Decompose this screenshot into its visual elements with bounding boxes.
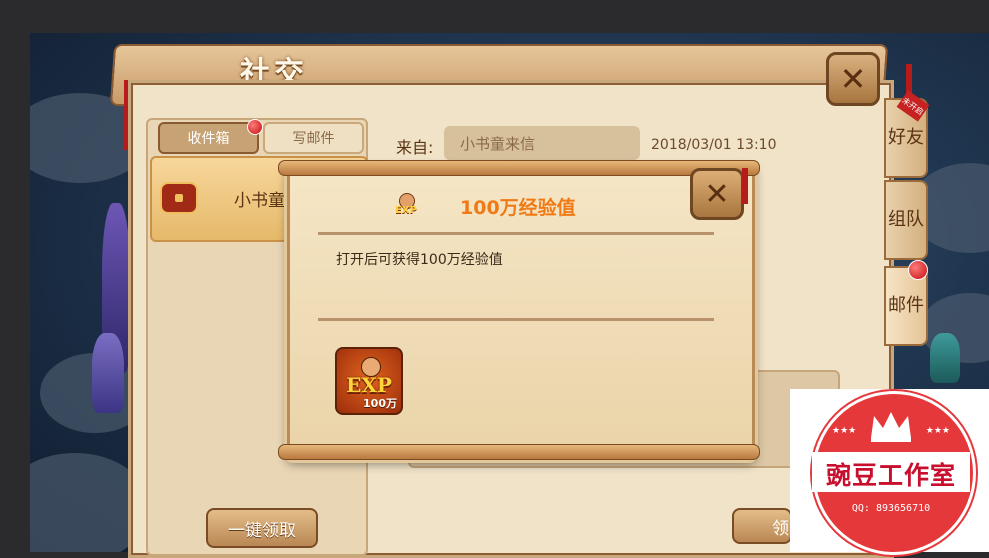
close-icon: ✕: [704, 176, 730, 212]
close-icon: ✕: [839, 60, 867, 98]
side-tab-label: 好友: [888, 127, 924, 148]
claim-button[interactable]: 领: [732, 508, 792, 544]
from-label: 来自:: [396, 138, 434, 157]
from-field: 小书童来信: [444, 126, 640, 160]
tab-inbox[interactable]: 收件箱: [158, 122, 259, 154]
treasure-chest-icon: [160, 182, 198, 214]
ribbon-decoration: [742, 168, 748, 204]
exp-item-amount: 100万: [363, 397, 397, 410]
exp-small-label: EXP: [395, 205, 417, 216]
from-value: 小书童来信: [460, 134, 536, 153]
mail-sender-name: 小书童: [234, 191, 285, 211]
divider: [318, 232, 714, 235]
notification-badge: [908, 260, 928, 280]
crown-icon: [871, 412, 911, 442]
exp-icon: EXP: [390, 193, 422, 219]
watermark-qq: QQ: 893656710: [851, 503, 931, 514]
close-button[interactable]: ✕: [826, 52, 880, 106]
mail-date: 2018/03/01 13:10: [651, 137, 777, 153]
exp-item-label: EXP: [346, 373, 392, 397]
claim-label: 领: [772, 518, 789, 539]
monster-sprite[interactable]: [930, 333, 960, 383]
dialog-close-button[interactable]: ✕: [690, 168, 744, 220]
notification-badge: [247, 119, 263, 135]
scroll-rod-top: [278, 160, 760, 176]
watermark-name: 豌豆工作室: [825, 461, 956, 490]
divider: [318, 318, 714, 321]
side-tab-label: 组队: [888, 209, 924, 230]
dialog-title: 100万经验值: [460, 197, 576, 219]
side-tab-label: 邮件: [888, 295, 924, 316]
exp-reward-item[interactable]: EXP 100万: [335, 347, 403, 415]
monster-sprite[interactable]: [92, 333, 124, 413]
tab-label: 收件箱: [187, 131, 230, 147]
side-tab-team[interactable]: 组队: [884, 180, 928, 260]
claim-all-button[interactable]: 一键领取: [206, 508, 318, 548]
dialog-description: 打开后可获得100万经验值: [336, 252, 503, 268]
claim-all-label: 一键领取: [228, 520, 296, 541]
tab-compose[interactable]: 写邮件: [263, 122, 364, 154]
scroll-rod-bottom: [278, 444, 760, 460]
tab-label: 写邮件: [292, 131, 335, 147]
